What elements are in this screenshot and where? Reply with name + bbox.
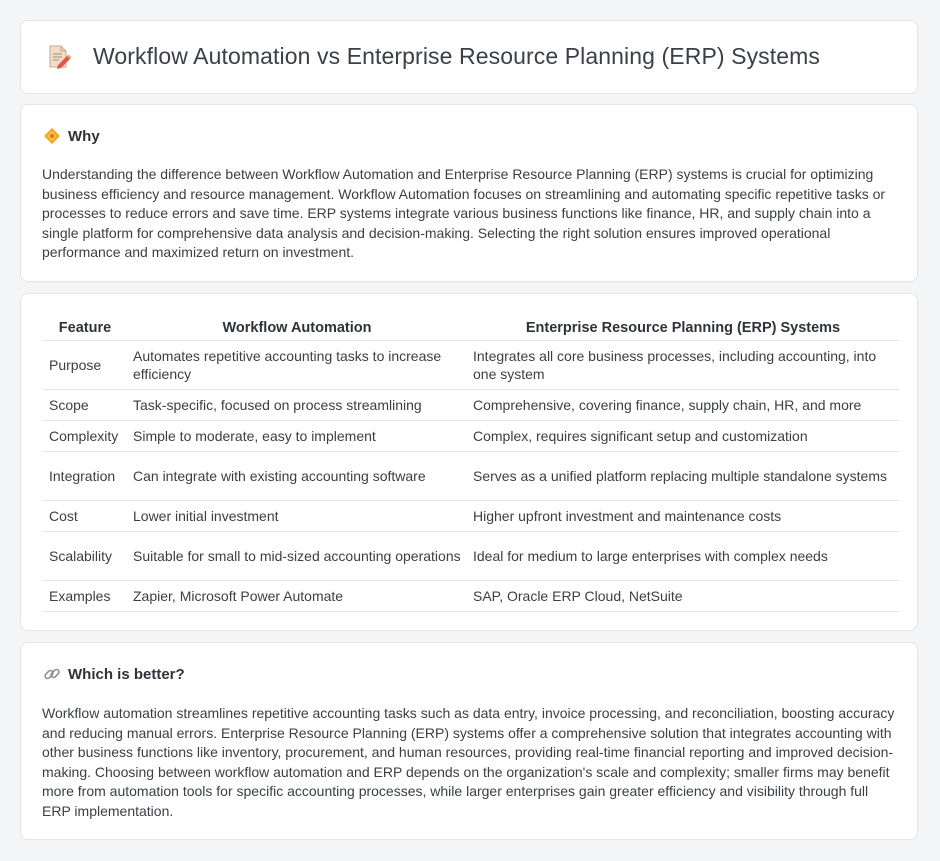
table-row: Integration Can integrate with existing … [43,451,899,501]
workflow-cell: Suitable for small to mid-sized accounti… [127,531,467,581]
workflow-cell: Can integrate with existing accounting s… [127,451,467,501]
table-row: Scope Task-specific, focused on process … [43,389,899,421]
erp-cell: Ideal for medium to large enterprises wi… [467,531,899,581]
table-header-row: Feature Workflow Automation Enterprise R… [43,316,899,341]
feature-cell: Examples [43,580,127,612]
better-text: Workflow automation streamlines repetiti… [42,705,895,819]
erp-cell: Integrates all core business processes, … [467,340,899,390]
feature-cell: Scalability [43,531,127,581]
workflow-cell: Zapier, Microsoft Power Automate [127,580,467,612]
erp-cell: Higher upfront investment and maintenanc… [467,500,899,532]
which-is-better-section: Which is better? Workflow automation str… [20,642,918,840]
feature-cell: Purpose [43,340,127,390]
comparison-table: Feature Workflow Automation Enterprise R… [43,316,899,612]
table-row: Purpose Automates repetitive accounting … [43,340,899,390]
page-title: Workflow Automation vs Enterprise Resour… [93,43,821,69]
column-header-workflow: Workflow Automation [127,316,467,341]
erp-cell: Complex, requires significant setup and … [467,420,899,452]
link-icon [43,665,61,683]
column-header-erp: Enterprise Resource Planning (ERP) Syste… [467,316,899,341]
header-card: Workflow Automation vs Enterprise Resour… [20,20,918,94]
feature-cell: Cost [43,500,127,532]
erp-cell: Comprehensive, covering finance, supply … [467,389,899,421]
workflow-cell: Task-specific, focused on process stream… [127,389,467,421]
table-row: Cost Lower initial investment Higher upf… [43,500,899,532]
diamond-icon [43,127,61,145]
column-header-feature: Feature [43,316,127,341]
better-heading: Which is better? [43,665,185,683]
comparison-section: Feature Workflow Automation Enterprise R… [20,293,918,631]
why-title: Why [68,127,100,145]
workflow-cell: Simple to moderate, easy to implement [127,420,467,452]
feature-cell: Integration [43,451,127,501]
title-row: Workflow Automation vs Enterprise Resour… [47,43,820,70]
workflow-cell: Lower initial investment [127,500,467,532]
why-heading: Why [43,127,100,145]
better-title: Which is better? [68,665,185,683]
why-text: Understanding the difference between Wor… [42,166,886,261]
erp-cell: SAP, Oracle ERP Cloud, NetSuite [467,580,899,612]
erp-cell: Serves as a unified platform replacing m… [467,451,899,501]
table-row: Complexity Simple to moderate, easy to i… [43,420,899,452]
workflow-cell: Automates repetitive accounting tasks to… [127,340,467,390]
table-row: Scalability Suitable for small to mid-si… [43,531,899,581]
why-section: Why Understanding the difference between… [20,104,918,282]
feature-cell: Complexity [43,420,127,452]
document-edit-icon [47,44,72,70]
feature-cell: Scope [43,389,127,421]
table-row: Examples Zapier, Microsoft Power Automat… [43,580,899,612]
